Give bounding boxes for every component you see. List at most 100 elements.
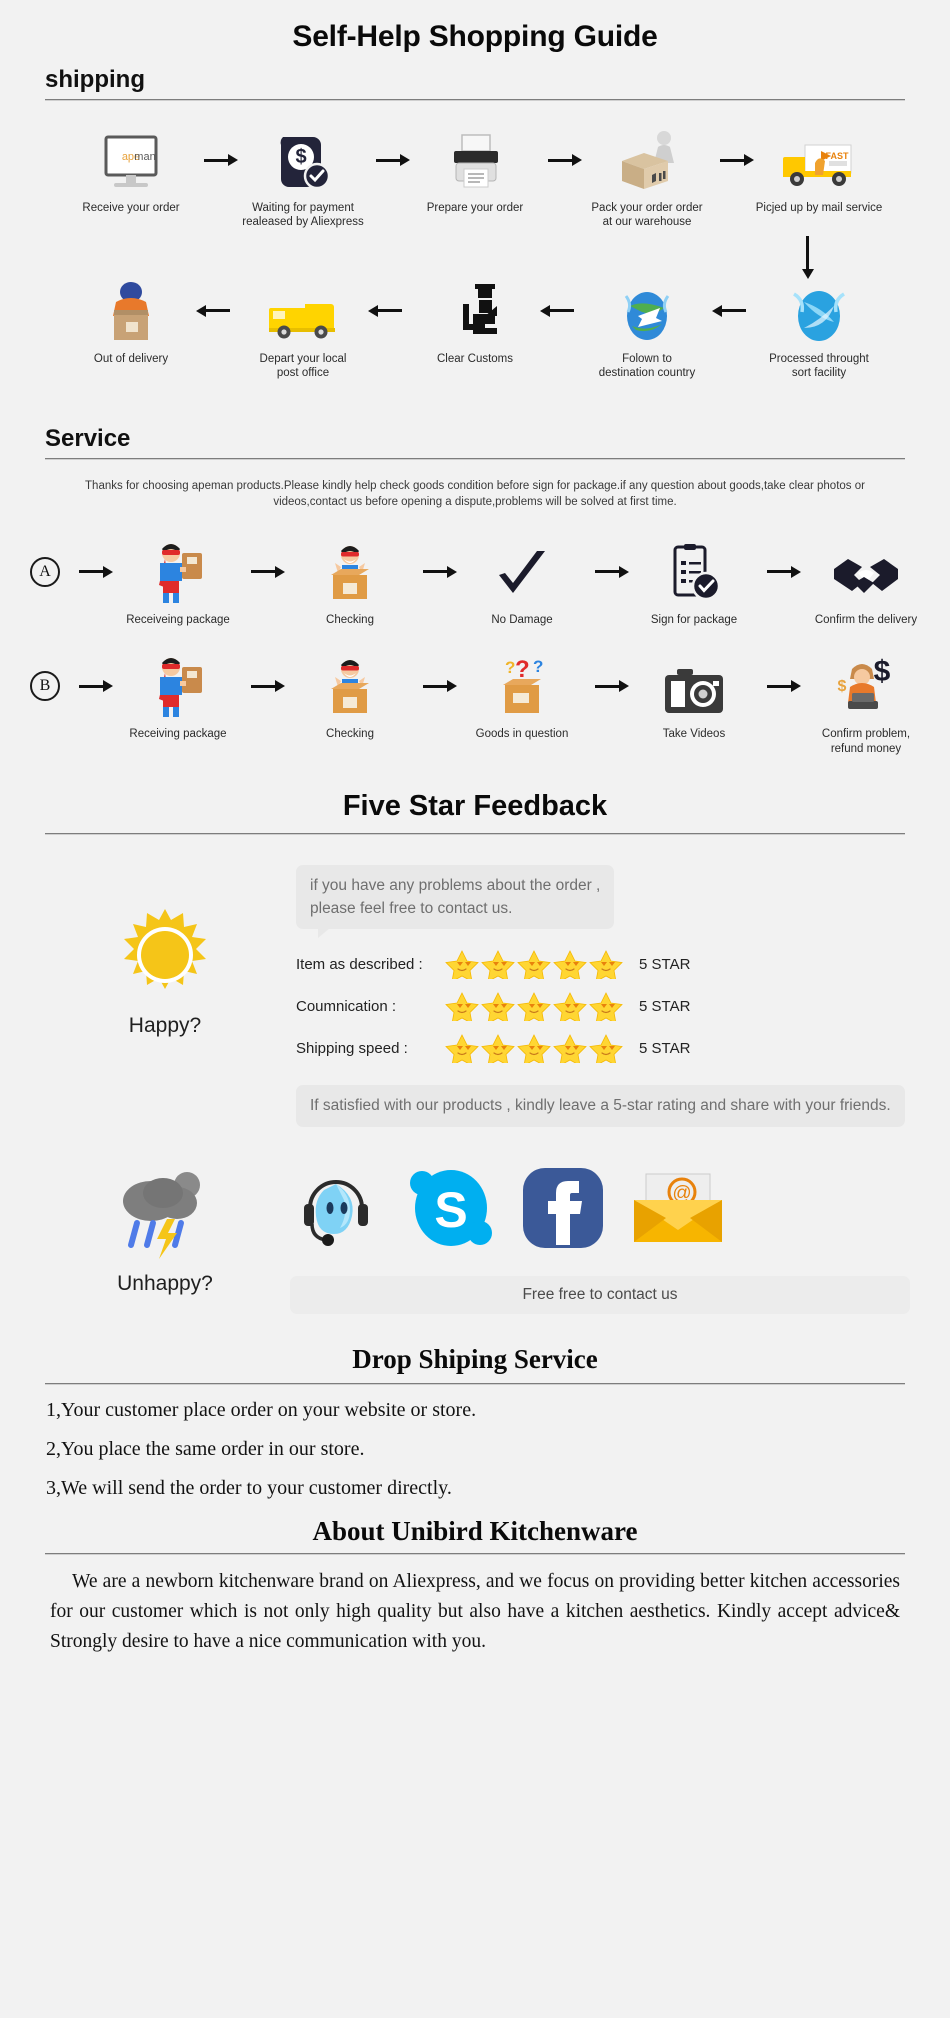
- sort-facility-globe-icon: [790, 278, 848, 344]
- flow-arrow: [588, 653, 629, 719]
- shipping-step-depart-post-office: Depart your local post office: [237, 278, 369, 381]
- fast-delivery-truck-icon: FAST: [781, 127, 857, 193]
- shipping-step-flown-to-destination: Folown to destination country: [581, 278, 713, 381]
- step-label: Depart your local post office: [259, 352, 347, 380]
- step-label: Confirm problem, refund money: [821, 728, 911, 755]
- satisfied-note: If satisfied with our products , kindly …: [296, 1085, 905, 1127]
- contact-bar: Free free to contact us: [290, 1275, 910, 1314]
- service-flow-row-a: A Receiveing package Checking No Damage …: [0, 539, 950, 627]
- service-row-badge: A: [30, 556, 60, 587]
- email-envelope-icon[interactable]: @: [632, 1170, 724, 1251]
- flow-down-arrow: [0, 235, 950, 279]
- flow-arrow: [196, 278, 237, 344]
- shipping-step-sort-facility: Processed throught sort facility: [753, 278, 885, 381]
- superhero-delivery-icon: [149, 653, 207, 719]
- shipping-flow-row-1: ape man Receive your order $ Waiting for…: [0, 127, 950, 230]
- flow-arrow: [369, 127, 410, 193]
- worker-packing-box-icon: [614, 127, 680, 193]
- step-label: Out of delivery: [93, 352, 169, 365]
- social-icon-row: S @: [290, 1165, 910, 1256]
- step-label: Sign for package: [650, 613, 738, 626]
- flow-arrow: [416, 539, 457, 605]
- service-note: Thanks for choosing apeman products.Plea…: [85, 479, 865, 509]
- step-label: Waiting for payment realeased by Aliexpr…: [242, 202, 364, 229]
- service-step-b-checking: Checking: [284, 653, 416, 741]
- flow-arrow: [244, 539, 285, 605]
- sun-icon: [117, 907, 213, 1008]
- step-label: Checking: [326, 728, 374, 741]
- service-step-checking: Checking: [284, 539, 416, 627]
- step-label: Take Videos: [662, 728, 726, 741]
- support-headset-icon[interactable]: [294, 1168, 380, 1253]
- page-title: Self-Help Shopping Guide: [292, 20, 658, 53]
- step-label: Checking: [326, 613, 374, 626]
- step-label: Receiveing package: [126, 613, 230, 626]
- step-label: Prepare your order: [426, 202, 524, 214]
- flow-arrow: [368, 278, 409, 344]
- skype-icon[interactable]: S: [408, 1165, 494, 1256]
- service-step-no-damage: No Damage: [456, 539, 588, 627]
- step-label: Pack your order order at our warehouse: [591, 202, 703, 229]
- rating-row: Coumnication : 5 STAR: [296, 991, 910, 1022]
- unhappy-label: Unhappy?: [117, 1271, 213, 1295]
- star-rating: [444, 949, 629, 980]
- facebook-icon[interactable]: [522, 1167, 604, 1254]
- step-label: Confirm the delivery: [814, 613, 918, 626]
- shipping-step-waiting-payment: $ Waiting for payment realeased by Aliex…: [237, 127, 369, 230]
- service-row-b-badge-wrap: B: [18, 653, 72, 719]
- rating-label: Coumnication :: [296, 997, 397, 1015]
- yellow-van-icon: [265, 278, 341, 344]
- feedback-title: Five Star Feedback: [342, 789, 608, 822]
- service-row-a-badge-wrap: A: [18, 539, 72, 605]
- flow-arrow: [760, 539, 801, 605]
- unhappy-column: Unhappy?: [40, 1165, 290, 1296]
- feedback-unhappy-block: Unhappy? S @ Free free to contact us: [0, 1165, 950, 1314]
- svg-text:?: ?: [533, 657, 543, 676]
- service-step-b-receiving-package: Receiving package: [112, 653, 244, 741]
- shipping-step-picked-up: FAST Picjed up by mail service: [753, 127, 885, 215]
- step-label: Goods in question: [475, 728, 569, 741]
- star-rating: [444, 1033, 629, 1064]
- happy-label: Happy?: [128, 1013, 202, 1037]
- payment-shield-dollar-icon: $: [273, 127, 333, 193]
- step-label: Clear Customs: [436, 352, 514, 365]
- rain-cloud-lightning-icon: [115, 1165, 215, 1266]
- service-step-sign-for-package: Sign for package: [628, 539, 760, 627]
- flow-arrow: [713, 127, 754, 193]
- dropship-list: 1,Your customer place order on your webs…: [46, 1399, 904, 1500]
- about-divider: [45, 1552, 905, 1555]
- rating-label: Item as described :: [296, 955, 423, 973]
- flow-arrow: [541, 127, 582, 193]
- about-title: About Unibird Kitchenware: [312, 1515, 638, 1546]
- rating-label: Shipping speed :: [296, 1039, 408, 1057]
- rating-value: 5 STAR: [639, 997, 691, 1015]
- step-label: No Damage: [491, 613, 553, 626]
- service-row-badge: B: [30, 671, 60, 702]
- contact-channels: S @ Free free to contact us: [290, 1165, 910, 1314]
- list-item: 3,We will send the order to your custome…: [46, 1476, 452, 1499]
- dropship-title: Drop Shiping Service: [352, 1343, 598, 1374]
- flow-arrow: [712, 278, 753, 344]
- step-label: Receive your order: [82, 202, 180, 214]
- svg-text:$: $: [838, 678, 847, 695]
- refund-agent-dollar-icon: $ $: [834, 653, 898, 719]
- flow-arrow: [588, 539, 629, 605]
- shipping-flow-row-2: Out of delivery Depart your local post o…: [0, 278, 950, 381]
- happy-person-open-box-icon: [321, 653, 379, 719]
- box-question-marks-icon: ? ? ?: [491, 653, 553, 719]
- shipping-step-pack-order: Pack your order order at our warehouse: [581, 127, 713, 230]
- service-step-goods-in-question: ? ? ? Goods in question: [456, 653, 588, 741]
- service-flow-row-b: B Receiving package Checking ? ? ? Goods…: [0, 653, 950, 756]
- list-item: 2,You place the same order in our store.: [46, 1437, 365, 1460]
- service-step-confirm-refund: $ $ Confirm problem, refund money: [800, 653, 932, 756]
- svg-text:man: man: [134, 151, 155, 163]
- service-heading: Service: [45, 424, 131, 452]
- svg-text:$: $: [874, 655, 891, 688]
- happy-person-open-box-icon: [321, 539, 379, 605]
- rating-value: 5 STAR: [639, 1039, 691, 1057]
- flow-arrow: [197, 127, 238, 193]
- flow-arrow: [72, 539, 113, 605]
- svg-text:$: $: [295, 146, 306, 168]
- shipping-step-out-of-delivery: Out of delivery: [65, 278, 197, 366]
- shipping-heading: shipping: [45, 66, 145, 93]
